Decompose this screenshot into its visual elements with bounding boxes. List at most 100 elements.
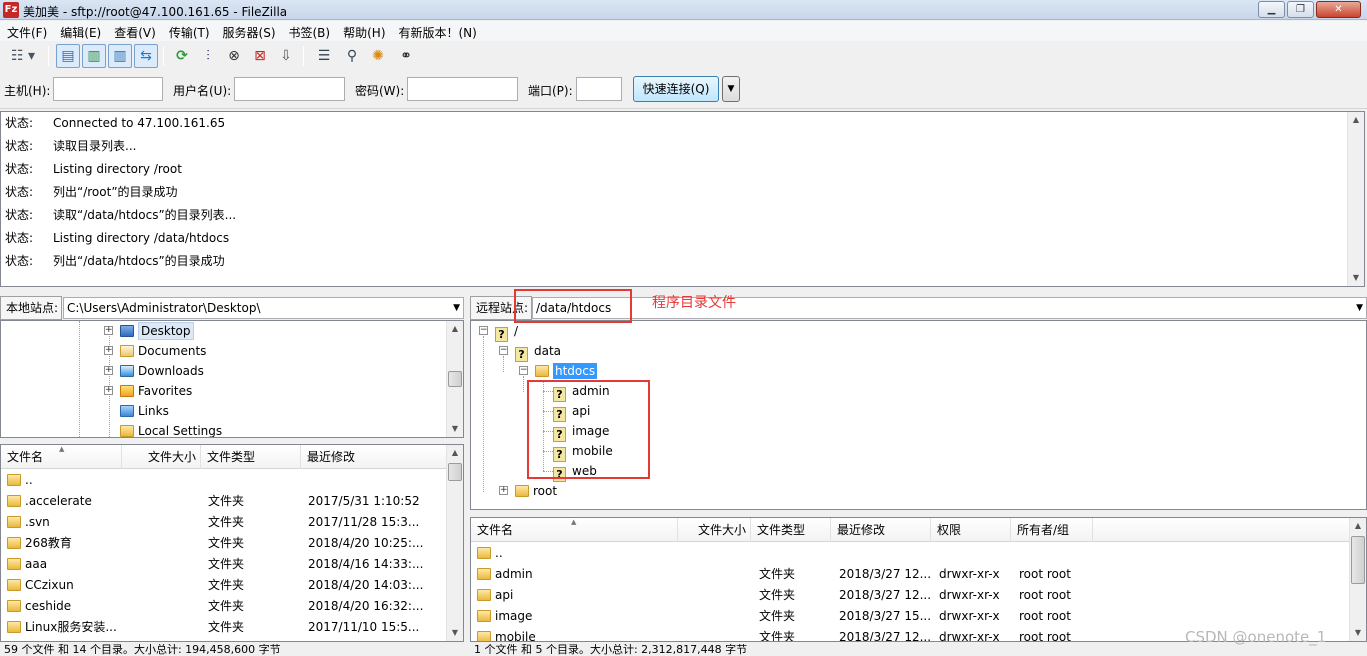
scroll-up-arrow-icon[interactable]: ▲ [447,445,463,461]
remote-tree-icon: ▥ [113,48,127,64]
menu-transfer[interactable]: 传输(T) [162,21,216,41]
quickconnect-history-dropdown[interactable]: ▼ [722,76,740,102]
disconnect-icon: ⊠ [254,48,266,64]
folder-icon [7,474,21,486]
collapse-icon[interactable]: − [499,346,508,355]
remote-list-scrollbar[interactable]: ▲ ▼ [1349,518,1366,641]
collapse-icon[interactable]: − [519,366,528,375]
table-row[interactable]: admin 文件夹 2018/3/27 12... drwxr-xr-x root ro… [471,564,1366,585]
menu-file[interactable]: 文件(F) [0,21,53,41]
expand-icon[interactable]: + [499,486,508,495]
remote-list-header: 文件名 ▲ 文件大小 文件类型 最近修改 权限 所有者/组 [471,518,1366,542]
scroll-up-arrow-icon[interactable]: ▲ [447,321,463,337]
expand-icon[interactable]: + [104,386,113,395]
toggle-transfer-queue-button[interactable]: ⇆ [134,44,158,68]
reconnect-button[interactable]: ⇩ [274,44,298,68]
minimize-button[interactable]: ▁ [1258,1,1285,18]
maximize-button[interactable]: ❐ [1287,1,1314,18]
synchronized-browsing-button[interactable]: ✺ [366,44,390,68]
message-log-icon: ▤ [61,48,75,64]
log-row: 状态: 读取“/data/htdocs”的目录列表... [5,208,237,222]
scroll-down-arrow-icon[interactable]: ▼ [1350,625,1366,641]
local-col-filesize[interactable]: 文件大小 [122,445,201,469]
table-row[interactable]: api 文件夹 2018/3/27 12... drwxr-xr-x root root [471,585,1366,606]
password-label: 密码(W): [355,84,405,98]
local-site-bar: 本地站点: C:\Users\Administrator\Desktop\ ▼ [0,296,464,320]
table-row[interactable]: 268教育 文件夹 2018/4/20 10:25:... [1,533,463,554]
table-row[interactable]: .svn 文件夹 2017/11/28 15:3... [1,512,463,533]
host-input[interactable] [53,77,163,101]
table-row[interactable]: Linux服务安装... 文件夹 2017/11/10 15:5... [1,617,463,638]
reconnect-icon: ⇩ [280,48,292,64]
watermark: CSDN @onenote_1 [1185,628,1327,646]
collapse-icon[interactable]: − [479,326,488,335]
remote-col-permissions[interactable]: 权限 [931,518,1011,542]
chevron-down-icon[interactable]: ▼ [453,298,460,318]
menu-help[interactable]: 帮助(H) [336,21,391,41]
chevron-down-icon[interactable]: ▼ [1356,298,1363,318]
menu-edit[interactable]: 编辑(E) [53,21,107,41]
log-row: 状态: Connected to 47.100.161.65 [5,116,226,130]
log-row: 状态: Listing directory /data/htdocs [5,231,230,245]
remote-col-modified[interactable]: 最近修改 [831,518,931,542]
scroll-up-arrow-icon[interactable]: ▲ [1350,518,1366,534]
site-manager-button[interactable]: ☷ ▾ [4,44,42,68]
scroll-up-arrow-icon[interactable]: ▲ [1348,112,1364,128]
scroll-down-arrow-icon[interactable]: ▼ [1348,270,1364,286]
table-row[interactable]: ceshide 文件夹 2018/4/20 16:32:... [1,596,463,617]
local-tree-scrollbar[interactable]: ▲ ▼ [446,321,463,437]
table-row[interactable]: .. [1,470,463,491]
message-log-scrollbar[interactable]: ▲ ▼ [1347,112,1364,286]
local-col-filetype[interactable]: 文件类型 [201,445,301,469]
refresh-button[interactable]: ⟳ [170,44,194,68]
message-log: 状态: Connected to 47.100.161.65 状态: 读取目录列表.… [0,111,1365,287]
menu-bookmarks[interactable]: 书签(B) [282,21,337,41]
scroll-down-arrow-icon[interactable]: ▼ [447,421,463,437]
table-row[interactable]: aaa 文件夹 2018/4/16 14:33:... [1,554,463,575]
port-input[interactable] [576,77,622,101]
toggle-local-tree-button[interactable]: ▥ [82,44,106,68]
folder-icon [7,516,21,528]
disconnect-button[interactable]: ⊠ [248,44,272,68]
scroll-thumb[interactable] [448,371,462,387]
table-row[interactable]: image 文件夹 2018/3/27 15... drwxr-xr-x root ro… [471,606,1366,627]
remote-col-owner[interactable]: 所有者/组 [1011,518,1093,542]
local-path-combo[interactable]: C:\Users\Administrator\Desktop\ ▼ [63,297,464,319]
favorites-icon [120,385,134,397]
annotation-highlight-folders [527,380,650,479]
expand-icon[interactable]: + [104,366,113,375]
table-row[interactable]: .accelerate 文件夹 2017/5/31 1:10:52 [1,491,463,512]
close-window-button[interactable]: ✕ [1316,1,1361,18]
links-icon [120,405,134,417]
toggle-remote-tree-button[interactable]: ▥ [108,44,132,68]
quickconnect-button[interactable]: 快速连接(Q) [633,76,719,102]
password-input[interactable] [407,77,518,101]
scroll-thumb[interactable] [1351,536,1365,584]
folder-icon [477,547,491,559]
unknown-folder-icon: ? [495,327,508,342]
search-remote-files-button[interactable]: ⚭ [394,44,418,68]
folder-icon [120,425,134,437]
table-row[interactable]: CCzixun 文件夹 2018/4/20 14:03:... [1,575,463,596]
process-queue-button[interactable]: ⫶ [196,44,220,68]
menu-view[interactable]: 查看(V) [107,21,162,41]
expand-icon[interactable]: + [104,326,113,335]
directory-listing-filters-button[interactable]: ☰ [312,44,336,68]
remote-col-filesize[interactable]: 文件大小 [678,518,751,542]
table-row[interactable]: .. [471,543,1366,564]
scroll-down-arrow-icon[interactable]: ▼ [447,625,463,641]
local-list-scrollbar[interactable]: ▲ ▼ [446,445,463,641]
menu-new-version[interactable]: 有新版本！(N) [392,21,483,41]
menu-server[interactable]: 服务器(S) [216,21,282,41]
local-col-modified[interactable]: 最近修改 [301,445,449,469]
cancel-operation-button[interactable]: ⊗ [222,44,246,68]
expand-icon[interactable]: + [104,346,113,355]
scroll-thumb[interactable] [448,463,462,481]
toggle-message-log-button[interactable]: ▤ [56,44,80,68]
remote-col-filetype[interactable]: 文件类型 [751,518,831,542]
directory-comparison-button[interactable]: ⚲ [340,44,364,68]
annotation-highlight-path [514,289,632,323]
username-input[interactable] [234,77,345,101]
folder-icon [515,485,529,497]
site-manager-icon: ☷ ▾ [10,48,36,64]
